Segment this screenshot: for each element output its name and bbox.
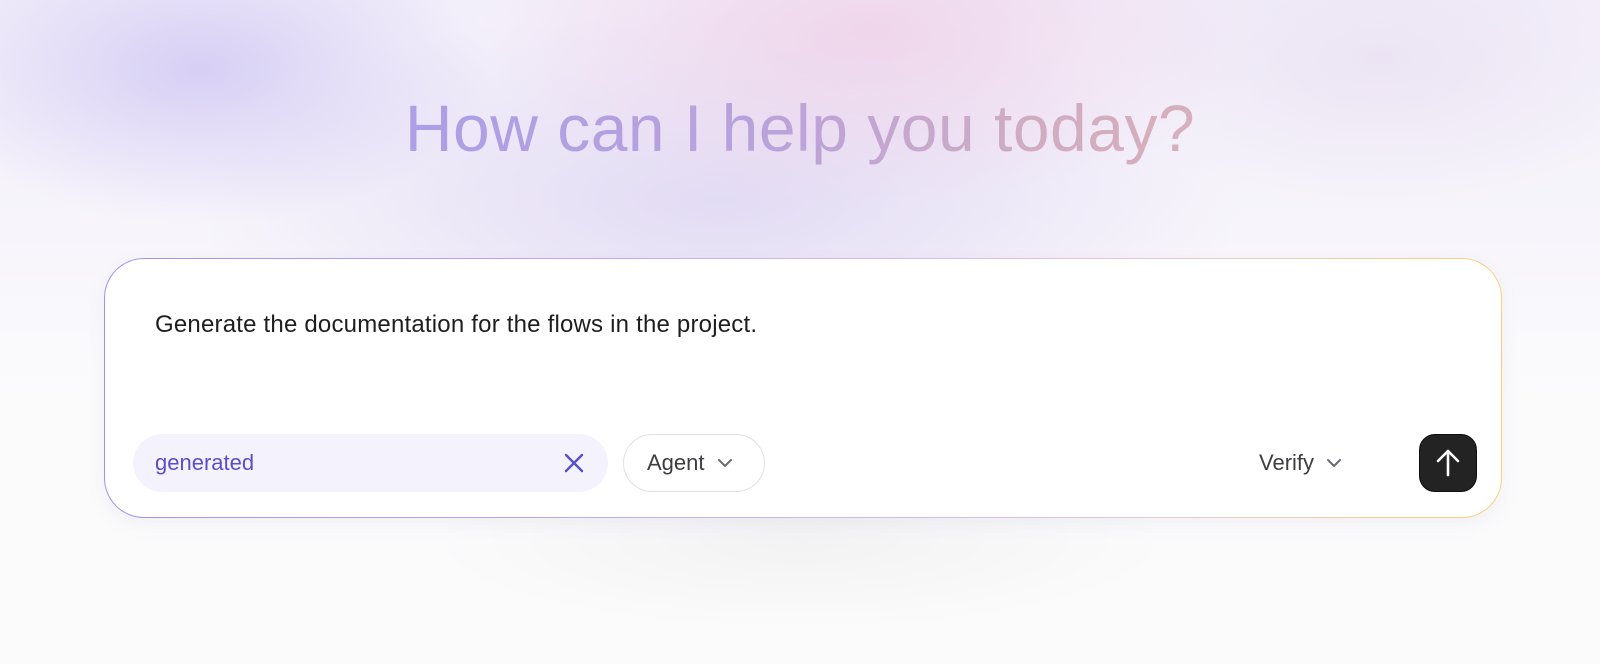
context-chip-clear-button[interactable] — [558, 447, 590, 479]
context-chip: generated — [133, 434, 608, 492]
mode-dropdown[interactable]: Agent — [623, 434, 765, 492]
close-icon — [564, 453, 584, 473]
chevron-down-icon — [1326, 458, 1342, 468]
chevron-down-icon — [717, 458, 733, 468]
verify-dropdown-label: Verify — [1259, 450, 1315, 475]
mode-dropdown-label: Agent — [647, 450, 705, 475]
verify-dropdown[interactable]: Verify — [1259, 434, 1342, 492]
arrow-up-icon — [1436, 449, 1460, 477]
context-chip-label: generated — [155, 450, 255, 475]
send-button[interactable] — [1419, 434, 1477, 492]
page-title: How can I help you today? — [0, 90, 1600, 166]
page-title-text: How can I help you today? — [404, 91, 1196, 165]
prompt-input[interactable]: Generate the documentation for the flows… — [155, 311, 757, 339]
prompt-composer: Generate the documentation for the flows… — [104, 258, 1502, 518]
